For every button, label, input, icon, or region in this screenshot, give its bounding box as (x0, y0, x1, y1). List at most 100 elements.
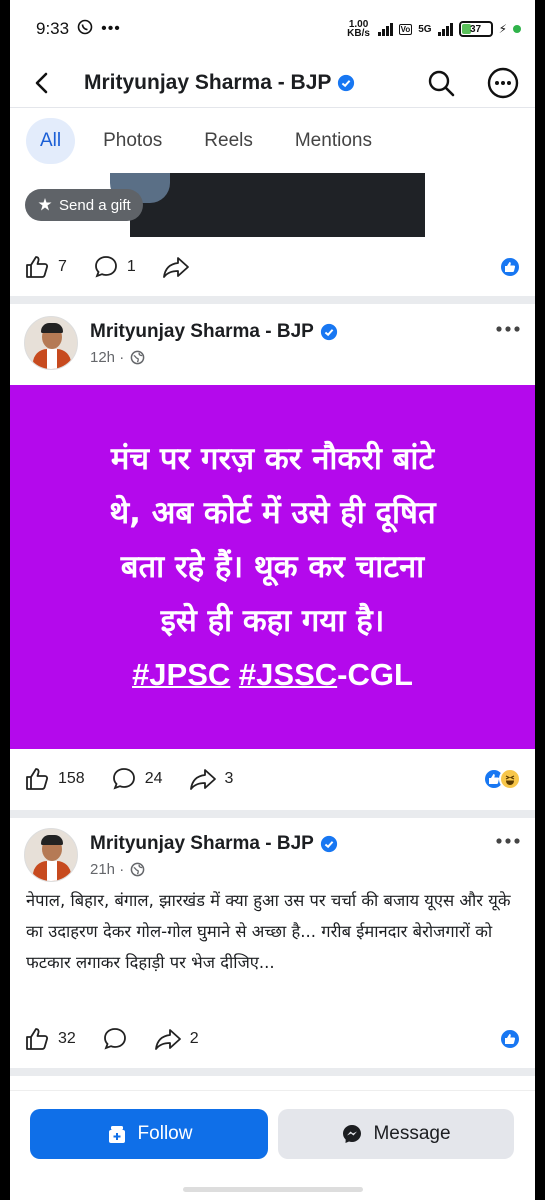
like-reaction-icon (499, 1028, 521, 1050)
battery-icon: 37 (458, 21, 493, 37)
like-button[interactable]: 158 (24, 766, 85, 792)
hashtag-suffix: -CGL (337, 657, 413, 692)
reactions-summary[interactable] (499, 1028, 521, 1050)
ellipsis-icon (496, 838, 520, 844)
thumbs-up-icon (26, 1028, 49, 1050)
share-count: 3 (224, 770, 234, 787)
page-title: Mrityunjay Sharma - BJP (84, 70, 332, 94)
hashtag-link[interactable]: #JPSC (132, 657, 230, 692)
photo-post-actions: 7 1 (10, 238, 535, 296)
gift-icon (38, 198, 52, 211)
post-divider (10, 1068, 535, 1076)
send-gift-button[interactable]: Send a gift (25, 189, 143, 221)
like-count: 32 (58, 1030, 76, 1047)
comment-icon (103, 1028, 126, 1050)
search-button[interactable] (423, 65, 459, 101)
photo-image (110, 173, 425, 237)
screen: 9:33 ••• 1.00 KB/s Vo 5G 37 ⚡ Mrityunjay… (10, 0, 535, 1200)
home-indicator (182, 1187, 363, 1192)
bottom-action-bar: Follow Message (10, 1090, 535, 1200)
like-button[interactable]: 7 (24, 254, 67, 280)
post-author[interactable]: Mrityunjay Sharma - BJP (90, 321, 314, 343)
comment-icon (95, 256, 117, 278)
post-card-line: बता रहे हैं। थूक कर चाटना (120, 549, 425, 585)
post-header: Mrityunjay Sharma - BJP 21h · (10, 820, 535, 890)
thumbs-up-icon (26, 256, 49, 278)
page-header: Mrityunjay Sharma - BJP (10, 58, 535, 108)
filter-tabs: All Photos Reels Mentions (10, 110, 535, 172)
follow-icon (108, 1126, 125, 1143)
signal-2-icon (437, 22, 453, 36)
post-header: Mrityunjay Sharma - BJP 12h · (10, 308, 535, 378)
ellipsis-icon (496, 326, 520, 332)
avatar[interactable] (24, 316, 78, 370)
network-speed: 1.00 KB/s (347, 19, 370, 39)
follow-button[interactable]: Follow (30, 1109, 268, 1159)
post-hashtags: #JPSC #JSSC-CGL (109, 648, 435, 702)
page-title-wrap: Mrityunjay Sharma - BJP (84, 71, 355, 95)
tab-all[interactable]: All (26, 118, 76, 164)
volte-icon: Vo (398, 23, 413, 35)
back-arrow-icon (35, 72, 48, 93)
more-circle-icon (487, 67, 519, 98)
more-options-button[interactable] (485, 65, 521, 101)
share-icon (154, 1029, 181, 1050)
like-button[interactable]: 32 (24, 1026, 76, 1052)
status-bar: 9:33 ••• 1.00 KB/s Vo 5G 37 ⚡ (10, 0, 535, 58)
post-card-line: थे, अब कोर्ट में उसे ही दूषित (109, 495, 436, 531)
tab-reels[interactable]: Reels (190, 118, 267, 164)
reactions-summary[interactable] (499, 256, 521, 278)
post-timestamp[interactable]: 12h · (90, 349, 124, 366)
more-notifications-icon: ••• (101, 20, 121, 37)
post-card-text: मंच पर गरज़ कर नौकरी बांटे थे, अब कोर्ट … (109, 432, 435, 702)
network-type: 5G (418, 23, 432, 35)
post-actions: 32 2 (10, 1010, 535, 1068)
globe-icon (130, 862, 145, 876)
verified-badge-icon (320, 835, 337, 852)
share-count: 2 (189, 1030, 199, 1047)
comment-button[interactable]: 24 (111, 766, 163, 792)
status-time: 9:33 (36, 19, 70, 38)
post-body-text: नेपाल, बिहार, बंगाल, झारखंड में क्या हुआ… (26, 891, 511, 972)
hashtag-link[interactable]: #JSSC (239, 657, 337, 692)
share-icon (189, 769, 216, 790)
thumbs-up-icon (26, 768, 49, 790)
post-author[interactable]: Mrityunjay Sharma - BJP (90, 833, 314, 855)
tab-mentions[interactable]: Mentions (281, 118, 386, 164)
send-gift-label: Send a gift (59, 196, 131, 214)
tab-photos[interactable]: Photos (89, 118, 176, 164)
post-text-card[interactable]: मंच पर गरज़ कर नौकरी बांटे थे, अब कोर्ट … (10, 385, 535, 749)
post-more-button[interactable] (495, 320, 521, 338)
back-button[interactable] (24, 65, 60, 101)
comment-count: 1 (126, 258, 136, 275)
charging-icon: ⚡ (498, 22, 507, 36)
post-more-button[interactable] (495, 832, 521, 850)
message-button[interactable]: Message (278, 1109, 514, 1159)
comment-button[interactable] (102, 1026, 128, 1052)
share-button[interactable] (162, 254, 190, 280)
post-timestamp[interactable]: 21h · (90, 861, 124, 878)
follow-label: Follow (137, 1123, 193, 1144)
signal-icon (377, 22, 393, 36)
comment-button[interactable]: 1 (93, 254, 136, 280)
share-button[interactable]: 2 (154, 1026, 199, 1052)
like-count: 158 (58, 770, 85, 787)
avatar[interactable] (24, 828, 78, 882)
post-photo[interactable]: Send a gift (10, 173, 535, 237)
haha-reaction-icon (499, 768, 521, 790)
privacy-dot-icon (513, 25, 521, 33)
reactions-summary[interactable] (483, 768, 521, 790)
comment-icon (112, 768, 135, 790)
search-icon (428, 70, 455, 96)
whatsapp-icon (77, 19, 93, 40)
post-divider (10, 810, 535, 818)
share-button[interactable]: 3 (189, 766, 234, 792)
verified-badge-icon (338, 74, 355, 91)
verified-badge-icon (320, 323, 337, 340)
post-card-line: इसे ही कहा गया है। (160, 603, 385, 639)
globe-icon (130, 350, 145, 364)
share-icon (162, 257, 189, 278)
comment-count: 24 (144, 770, 163, 787)
like-count: 7 (58, 258, 67, 275)
post-divider (10, 296, 535, 304)
